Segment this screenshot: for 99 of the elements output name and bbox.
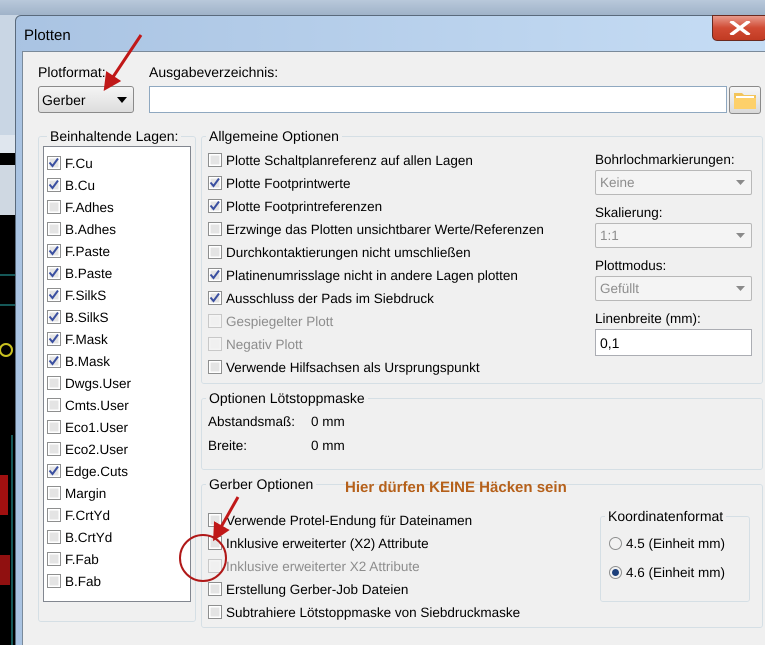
- option-label: Dwgs.User: [65, 376, 132, 390]
- checkbox[interactable]: [208, 268, 222, 282]
- option-label: Ausschluss der Pads im Siebdruck: [226, 290, 434, 306]
- option-label: Plotte Footprintwerte: [226, 176, 351, 190]
- checkbox[interactable]: [208, 245, 222, 259]
- option-label: Eco1.User: [65, 420, 128, 434]
- checkbox[interactable]: [47, 178, 61, 192]
- field-value: 0 mm: [311, 414, 345, 429]
- option-label: F.Adhes: [65, 200, 114, 214]
- option-label: B.Mask: [65, 354, 110, 368]
- checkbox[interactable]: [47, 530, 61, 544]
- option-label: B.CrtYd: [65, 530, 112, 544]
- checkbox[interactable]: [47, 200, 61, 214]
- option-label: B.Adhes: [65, 222, 116, 236]
- browse-button[interactable]: [729, 86, 761, 114]
- option-label: Durchkontaktierungen nicht umschließen: [226, 244, 471, 260]
- group-title: Koordinatenformat: [607, 508, 724, 524]
- option-label: F.Paste: [65, 244, 110, 258]
- checkbox[interactable]: [47, 552, 61, 566]
- option-label: Gespiegelter Plott: [226, 314, 334, 328]
- checkbox[interactable]: [47, 332, 61, 346]
- option-label: Cmts.User: [65, 398, 129, 412]
- option-label: F.Mask: [65, 332, 108, 346]
- field-label: Linenbreite (mm):: [595, 311, 702, 326]
- checkbox[interactable]: [47, 222, 61, 236]
- field-label: Bohrlochmarkierungen:: [595, 152, 736, 167]
- option-label: F.SilkS: [65, 288, 106, 302]
- option-label: F.Fab: [65, 552, 99, 566]
- close-button[interactable]: [712, 15, 765, 41]
- checkbox[interactable]: [47, 420, 61, 434]
- highlight-circle: [179, 534, 227, 582]
- checkbox[interactable]: [47, 464, 61, 478]
- option-label: F.CrtYd: [65, 508, 110, 522]
- group-title: Beinhaltende Lagen:: [49, 128, 180, 144]
- checkbox[interactable]: [208, 176, 222, 190]
- option-label: Subtrahiere Lötstoppmaske von Siebdruckmaske: [226, 604, 520, 620]
- format-dropdown[interactable]: Gerber: [38, 86, 134, 113]
- option-label: Verwende Protel-Endung für Dateinamen: [226, 512, 472, 528]
- field-label: Abstandsmaß:: [208, 414, 296, 429]
- checkbox[interactable]: [208, 291, 222, 305]
- option-label: B.SilkS: [65, 310, 109, 324]
- close-icon: [728, 21, 750, 35]
- checkbox[interactable]: [208, 222, 222, 236]
- radio-button[interactable]: [609, 566, 622, 579]
- caret-icon: [736, 180, 745, 185]
- window-title: Plotten: [24, 27, 71, 44]
- checkbox[interactable]: [47, 442, 61, 456]
- directory-input[interactable]: [149, 86, 727, 113]
- annotation-arrow: [104, 34, 142, 91]
- option-label: Verwende Hilfsachsen als Ursprungspunkt: [226, 360, 480, 374]
- field-label: Plotformat:: [38, 64, 107, 80]
- checkbox[interactable]: [47, 156, 61, 170]
- option-label: F.Cu: [65, 156, 93, 170]
- caret-icon: [736, 286, 745, 291]
- group-title: Allgemeine Optionen: [208, 128, 340, 144]
- field-label: Plottmodus:: [595, 258, 668, 273]
- option-label: Erstellung Gerber-Job Dateien: [226, 582, 408, 596]
- option-label: Platinenumrisslage nicht in andere Lagen plotten: [226, 268, 518, 282]
- checkbox[interactable]: [47, 574, 61, 588]
- option-label: Eco2.User: [65, 442, 128, 456]
- checkbox[interactable]: [47, 266, 61, 280]
- checkbox[interactable]: [47, 354, 61, 368]
- option-label: 4.5 (Einheit mm): [626, 536, 726, 551]
- option-label: B.Paste: [65, 266, 112, 280]
- group-title: Optionen Lötstoppmaske: [208, 390, 366, 406]
- checkbox[interactable]: [47, 288, 61, 302]
- option-label: Margin: [65, 486, 106, 500]
- caret-icon: [117, 96, 127, 102]
- option-label: Plotte Footprintreferenzen: [226, 198, 382, 214]
- option-label: Erzwinge das Plotten unsichtbarer Werte/Referenzen: [226, 222, 544, 236]
- checkbox[interactable]: [47, 508, 61, 522]
- checkbox[interactable]: [47, 486, 61, 500]
- field-label: Breite:: [208, 438, 248, 453]
- checkbox[interactable]: [208, 360, 222, 374]
- option-label: Negativ Plott: [226, 336, 303, 352]
- text-input[interactable]: 0,1: [595, 329, 752, 356]
- option-label: Inklusive erweiterter X2 Attribute: [226, 558, 420, 574]
- option-label: Inklusive erweiterter (X2) Attribute: [226, 536, 429, 550]
- option-label: Edge.Cuts: [65, 464, 128, 478]
- option-label: B.Fab: [65, 574, 102, 588]
- field-label: Skalierung:: [595, 205, 664, 220]
- checkbox[interactable]: [47, 398, 61, 412]
- option-label: B.Cu: [65, 178, 96, 192]
- field-value: 0 mm: [311, 438, 345, 453]
- checkbox[interactable]: [208, 199, 222, 213]
- checkbox[interactable]: [47, 310, 61, 324]
- checkbox[interactable]: [208, 153, 222, 167]
- folder-icon: [733, 90, 757, 110]
- checkbox[interactable]: [208, 605, 222, 619]
- checkbox[interactable]: [208, 582, 222, 596]
- annotation-note: Hier dürfen KEINE Häcken sein: [345, 479, 567, 496]
- checkbox[interactable]: [47, 244, 61, 258]
- option-label: 4.6 (Einheit mm): [626, 565, 726, 580]
- field-label: Ausgabeverzeichnis:: [149, 64, 280, 80]
- radio-button[interactable]: [609, 537, 622, 550]
- option-label: Plotte Schaltplanreferenz auf allen Lagen: [226, 152, 473, 168]
- group-title: Gerber Optionen: [208, 476, 314, 492]
- caret-icon: [736, 233, 745, 238]
- checkbox[interactable]: [47, 376, 61, 390]
